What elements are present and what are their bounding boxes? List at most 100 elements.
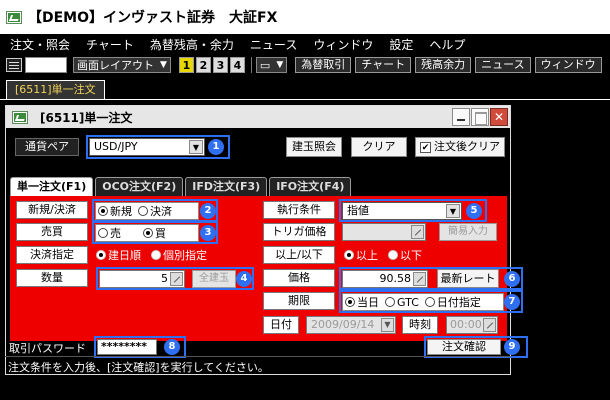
fx-trade-button[interactable]: 為替取引 — [295, 57, 352, 73]
date-input[interactable]: 2009/09/14 ▼ — [306, 316, 396, 334]
chevron-down-icon[interactable]: ▼ — [446, 204, 460, 218]
spin-icon[interactable] — [413, 272, 426, 286]
radio-settle-label: 決済 — [150, 205, 172, 218]
app-title: 【DEMO】インヴァスト証券 大証FX — [28, 10, 278, 26]
window-icon-dropdown[interactable]: ▭ ▼ — [255, 57, 288, 73]
radio-above-label: 以上 — [356, 249, 378, 262]
layout-1-button[interactable]: 1 — [178, 57, 194, 73]
menu-help[interactable]: ヘルプ — [429, 36, 465, 53]
radio-settle[interactable]: 決済 — [138, 203, 172, 219]
spin-icon[interactable] — [170, 272, 183, 286]
layout-4-button[interactable]: 4 — [229, 57, 245, 73]
dialog-logo-icon — [12, 110, 28, 124]
menubar: 注文・照会 チャート 為替残高・余力 ニュース ウィンドウ 設定 ヘルプ — [0, 34, 610, 54]
pair-value: USD/JPY — [94, 140, 138, 153]
order-confirm-button[interactable]: 注文確認 — [427, 339, 501, 355]
layout-2-button[interactable]: 2 — [195, 57, 211, 73]
radio-individual[interactable]: 個別指定 — [151, 247, 207, 263]
radio-gtc[interactable]: GTC — [385, 296, 419, 309]
menu-order[interactable]: 注文・照会 — [10, 36, 70, 53]
radio-individual-label: 個別指定 — [163, 249, 207, 262]
spin-icon[interactable] — [483, 318, 496, 332]
radio-below[interactable]: 以下 — [388, 247, 422, 263]
chevron-down-icon: ▼ — [276, 60, 284, 70]
menu-news[interactable]: ニュース — [250, 36, 297, 53]
radio-icon — [151, 250, 161, 260]
radio-date-spec[interactable]: 日付指定 — [424, 294, 481, 310]
radio-sell[interactable]: 売 — [98, 225, 121, 241]
trigger-label: トリガ価格 — [263, 223, 335, 241]
pair-label: 通貨ペア — [15, 138, 79, 156]
status-divider — [5, 356, 511, 357]
badge-9: 9 — [504, 339, 520, 355]
tab-single[interactable]: 単一注文(F1) — [10, 177, 94, 196]
position-inquiry-button[interactable]: 建玉照会 — [286, 137, 342, 157]
layout-dropdown[interactable]: 画面レイアウト ▼ — [73, 57, 171, 73]
list-icon[interactable] — [6, 58, 22, 72]
status-bar: 注文条件を入力後、[注文確認]を実行してください。 — [8, 361, 269, 374]
time-value: 00:00 — [450, 318, 482, 331]
radio-buy[interactable]: 買 — [143, 225, 166, 241]
trigger-input[interactable] — [342, 223, 426, 241]
order-form-panel: 新規/決済 新規 決済 2 売買 売 買 3 決済指定 建日順 個別指定 数量 … — [10, 196, 523, 341]
settle-radio-group: 建日順 個別指定 — [96, 246, 213, 264]
news-button[interactable]: ニュース — [475, 57, 531, 73]
radio-selected-icon — [344, 250, 354, 260]
radio-selected-icon — [96, 250, 106, 260]
cond-label: 執行条件 — [263, 201, 335, 219]
toolbar: 画面レイアウト ▼ 1 2 3 4 ▭ ▼ 為替取引 チャート 残高余力 ニュー… — [0, 54, 610, 76]
window-button[interactable]: ウィンドウ — [534, 57, 602, 73]
tab-ifo[interactable]: IFO注文(F4) — [269, 177, 352, 196]
radio-sell-label: 売 — [110, 227, 121, 240]
balance-button[interactable]: 残高余力 — [415, 57, 472, 73]
tab-ifd[interactable]: IFD注文(F3) — [185, 177, 268, 196]
menu-balance[interactable]: 為替残高・余力 — [150, 36, 234, 53]
badge-4: 4 — [236, 271, 252, 287]
chevron-down-icon[interactable]: ▼ — [189, 140, 203, 154]
layout-3-button[interactable]: 3 — [212, 57, 228, 73]
period-radio-group: 当日 GTC 日付指定 — [342, 293, 504, 311]
simple-input-button[interactable]: 簡易入力 — [439, 223, 497, 241]
tab-oco[interactable]: OCO注文(F2) — [95, 177, 184, 196]
menu-settings[interactable]: 設定 — [389, 36, 413, 53]
radio-icon — [388, 250, 398, 260]
maximize-button[interactable] — [471, 108, 489, 126]
close-button[interactable]: ✕ — [490, 108, 508, 126]
minimize-button[interactable] — [452, 108, 470, 126]
radio-by-date[interactable]: 建日順 — [96, 247, 141, 263]
radio-today[interactable]: 当日 — [345, 294, 379, 310]
price-label: 価格 — [263, 269, 335, 287]
code-input[interactable] — [25, 57, 67, 73]
side-label: 売買 — [16, 223, 88, 241]
dialog-body: 通貨ペア USD/JPY ▼ 1 建玉照会 クリア ✔ 注文後クリア 単一注文(F… — [6, 128, 528, 374]
qty-value: 5 — [161, 272, 168, 285]
menu-window[interactable]: ウィンドウ — [313, 36, 373, 53]
password-input[interactable]: ******** — [97, 339, 157, 355]
chart-button[interactable]: チャート — [355, 57, 412, 73]
radio-icon — [424, 297, 435, 307]
dialog-titlebar[interactable]: [6511]単一注文 ✕ — [6, 106, 510, 128]
radio-buy-label: 買 — [155, 227, 166, 240]
all-positions-button[interactable]: 全建玉 — [192, 270, 236, 288]
clear-button[interactable]: クリア — [351, 137, 407, 157]
qty-input[interactable]: 5 — [99, 270, 185, 288]
menu-chart[interactable]: チャート — [86, 36, 134, 53]
layout-label: 画面レイアウト — [77, 59, 154, 72]
app-titlebar: 【DEMO】インヴァスト証券 大証FX — [0, 0, 610, 34]
time-input[interactable]: 00:00 — [446, 316, 498, 334]
date-value: 2009/09/14 — [311, 318, 375, 331]
radio-above[interactable]: 以上 — [344, 247, 378, 263]
price-input[interactable]: 90.58 — [342, 270, 428, 288]
latest-rate-button[interactable]: 最新レート — [437, 269, 499, 288]
cond-select[interactable]: 指値 ▼ — [342, 202, 462, 220]
chevron-down-icon[interactable]: ▼ — [381, 318, 394, 332]
chevron-down-icon: ▼ — [160, 60, 167, 70]
settle-label: 決済指定 — [16, 246, 88, 264]
spin-icon[interactable] — [411, 225, 424, 239]
radio-new[interactable]: 新規 — [98, 203, 132, 219]
time-label: 時刻 — [402, 316, 438, 334]
badge-5: 5 — [466, 203, 482, 219]
tab-single-order[interactable]: [6511]単一注文 — [6, 80, 105, 100]
pair-select[interactable]: USD/JPY ▼ — [89, 138, 205, 156]
clear-after-order-checkbox[interactable]: ✔ 注文後クリア — [415, 137, 505, 157]
